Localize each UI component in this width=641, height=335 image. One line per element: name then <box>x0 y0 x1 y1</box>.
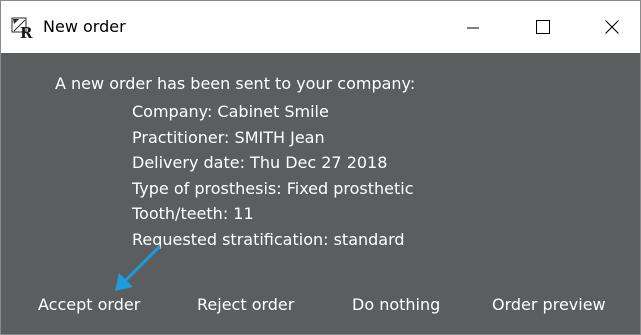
window-title: New order <box>43 17 126 36</box>
accept-order-button[interactable]: Accept order <box>38 294 140 316</box>
close-button[interactable] <box>589 1 635 53</box>
minimize-icon <box>467 27 479 29</box>
order-details: Company: Cabinet Smile Practitioner: SMI… <box>132 99 414 253</box>
app-icon: R <box>11 17 33 39</box>
order-preview-button[interactable]: Order preview <box>492 294 606 316</box>
dialog-content: A new order has been sent to your compan… <box>1 53 640 334</box>
close-icon <box>605 20 619 34</box>
detail-stratification: Requested stratification: standard <box>132 229 405 249</box>
detail-prosthesis-type: Type of prosthesis: Fixed prosthetic <box>132 178 414 198</box>
dialog-window: R New order A new order has been sent to… <box>0 0 641 335</box>
do-nothing-button[interactable]: Do nothing <box>352 294 440 316</box>
svg-text:R: R <box>20 24 33 39</box>
detail-delivery-date: Delivery date: Thu Dec 27 2018 <box>132 153 388 173</box>
title-bar[interactable]: R New order <box>1 1 640 53</box>
minimize-button[interactable] <box>450 1 496 53</box>
maximize-button[interactable] <box>520 1 566 53</box>
reject-order-button[interactable]: Reject order <box>197 294 294 316</box>
detail-company: Company: Cabinet Smile <box>132 102 329 121</box>
maximize-icon <box>536 20 550 34</box>
message-heading: A new order has been sent to your compan… <box>55 74 416 93</box>
pointer-arrow-icon <box>115 245 161 291</box>
detail-practitioner: Practitioner: SMITH Jean <box>132 127 325 147</box>
detail-teeth: Tooth/teeth: 11 <box>132 204 254 224</box>
